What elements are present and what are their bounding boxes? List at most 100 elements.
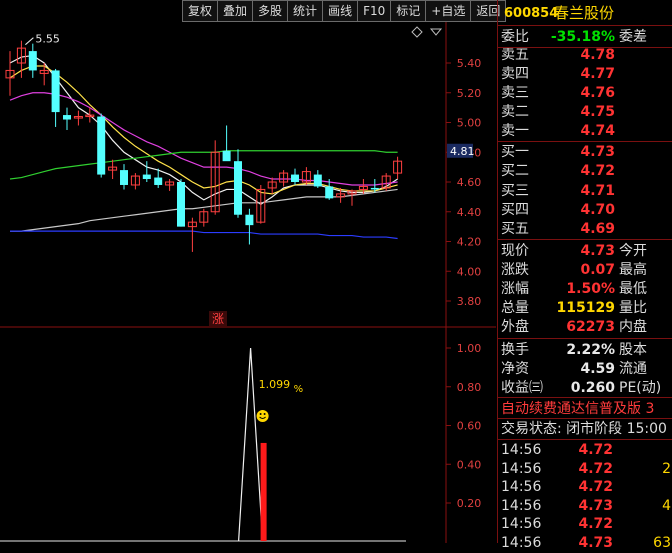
quote-row: 卖二 4.75 (498, 103, 672, 122)
moving-average-line (10, 230, 398, 240)
quote-label: 买二 (501, 163, 529, 179)
indicator-bar (260, 442, 267, 541)
quote-value: 2.22% (566, 342, 615, 358)
kline-chart[interactable]: 5.405.205.004.804.604.404.204.003.804.81… (0, 22, 496, 543)
quote-value: 62273 (566, 319, 615, 335)
quote-label: 买四 (501, 202, 529, 218)
quote-label: 买三 (501, 183, 529, 199)
toolbar-button-4[interactable]: 画线 (322, 0, 359, 22)
quote-value: 4.59 (580, 361, 615, 377)
stock-name: 春兰股份 (554, 4, 615, 22)
y-tick-label: 5.20 (457, 87, 482, 100)
tick-time: 14:56 (501, 516, 542, 532)
panel-divider (498, 439, 672, 440)
quote-row: 涨跌 0.07 最高 (498, 261, 672, 280)
quote-value: 1.50% (566, 281, 615, 297)
toolbar-button-1[interactable]: 叠加 (217, 0, 254, 22)
quote-row: 卖一 4.74 (498, 122, 672, 141)
tick-volume: 2 (662, 460, 671, 477)
quote-label: 买五 (501, 221, 529, 237)
candle-body (370, 187, 379, 190)
quote-row: 买三 4.71 (498, 182, 672, 201)
quote-row: 现价 4.73 今开 (498, 242, 672, 261)
tick-time: 14:56 (501, 442, 542, 458)
quote-row: 买五 4.69 (498, 220, 672, 239)
promo-banner[interactable]: 自动续费通达信普及版 3 (498, 400, 672, 419)
quote-value: 115129 (556, 300, 615, 316)
candle-body (177, 182, 185, 227)
dropdown-triangle-icon (429, 28, 443, 36)
toolbar-button-3[interactable]: 统计 (287, 0, 324, 22)
quote-row: 买二 4.72 (498, 162, 672, 181)
quote-label: 收益㈢ (501, 380, 543, 396)
quote-value: 4.72 (580, 163, 615, 179)
candle-body (313, 174, 322, 187)
candle-body (63, 115, 71, 120)
candle-body (142, 174, 151, 180)
tick-price: 4.72 (578, 442, 613, 458)
tick-price: 4.73 (578, 534, 613, 551)
indicator-annotation-unit: % (294, 384, 304, 395)
quote-tail: 股本 (619, 342, 647, 358)
candle-body (245, 214, 254, 226)
toolbar-button-0[interactable]: 复权 (182, 0, 219, 22)
rise-badge: 涨 (212, 311, 224, 326)
stock-code: 600854 (504, 6, 559, 21)
tick-row: 14:56 4.73 4 (498, 497, 672, 516)
diamond-icon (411, 26, 423, 38)
candle-body (325, 186, 334, 199)
indicator-annotation: 1.099 (259, 378, 291, 391)
quote-value: 4.70 (580, 202, 615, 218)
quote-tail: PE(动) (619, 380, 662, 396)
quote-tail: 内盘 (619, 319, 647, 335)
moving-average-line (9, 150, 398, 180)
quote-tail: 委差 (619, 29, 647, 45)
chart-toolbar: 复权 叠加 多股 统计 画线 F10 标记 +自选 返回 (182, 0, 507, 22)
quote-label: 卖四 (501, 66, 529, 82)
quote-value: 0.07 (580, 262, 615, 278)
candle-body (222, 150, 231, 162)
panel-divider (498, 47, 672, 48)
toolbar-button-6[interactable]: 标记 (390, 0, 427, 22)
quote-label: 现价 (501, 243, 529, 259)
quote-row: 买四 4.70 (498, 201, 672, 220)
quote-value: 4.73 (580, 144, 615, 160)
tick-row: 14:56 4.72 2 (498, 460, 672, 479)
quote-tail: 量比 (619, 300, 647, 316)
candle-body (28, 51, 37, 71)
tick-time: 14:56 (501, 497, 542, 514)
quote-row: 换手 2.22% 股本 (498, 341, 672, 360)
smiley-eye (263, 413, 266, 415)
candle-body (234, 161, 242, 215)
moving-average-line (9, 92, 398, 186)
quote-tail: 今开 (619, 243, 647, 259)
quote-label: 总量 (501, 300, 529, 316)
moving-average-line (9, 54, 398, 206)
quote-label: 净资 (501, 361, 529, 377)
stock-header: 600854 春兰股份 (498, 4, 672, 23)
y-tick-label: 1.00 (457, 342, 482, 355)
y-tick-label: 0.80 (457, 381, 482, 394)
high-marker-label: 5.55 (35, 33, 60, 46)
quote-label: 卖一 (501, 123, 529, 139)
y-tick-label: 0.60 (457, 420, 482, 433)
candle-body (291, 174, 299, 182)
tick-volume: 63 (653, 534, 671, 551)
quote-label: 委比 (501, 29, 529, 45)
quote-value: 4.78 (580, 47, 615, 63)
main-candlestick-chart: 5.405.205.004.804.604.404.204.003.804.81… (0, 22, 496, 543)
toolbar-button-5[interactable]: F10 (357, 0, 392, 22)
toolbar-button-7[interactable]: +自选 (425, 0, 472, 22)
quote-value: 4.75 (580, 104, 615, 120)
tick-time: 14:56 (501, 534, 542, 551)
quote-row: 卖三 4.76 (498, 84, 672, 103)
current-price-label: 4.81 (450, 145, 475, 158)
trade-status: 交易状态: 闭市阶段 15:00 (501, 421, 667, 437)
tick-row: 14:56 4.73 63 (498, 534, 672, 553)
quote-tail: 最低 (619, 281, 647, 297)
toolbar-button-2[interactable]: 多股 (252, 0, 289, 22)
quote-row: 涨幅 1.50% 最低 (498, 280, 672, 299)
candle-body (154, 177, 163, 185)
panel-divider (498, 141, 672, 142)
tick-volume: 4 (662, 497, 671, 514)
